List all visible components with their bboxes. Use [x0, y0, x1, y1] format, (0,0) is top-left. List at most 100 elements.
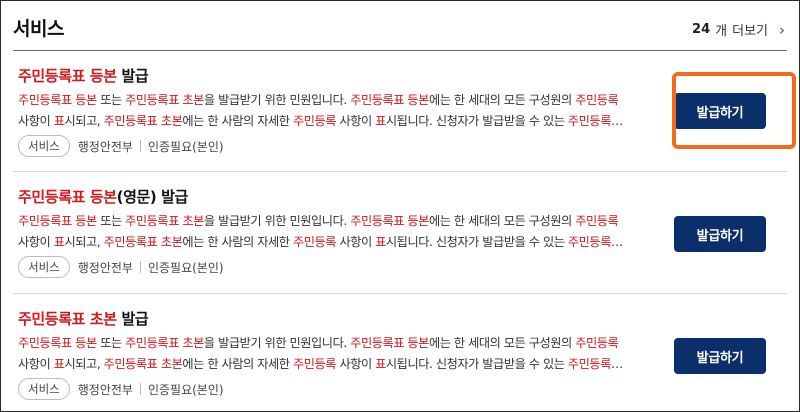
description-text: 사항이 [336, 235, 376, 249]
service-title-rest: 발급 [116, 67, 149, 85]
view-more-link[interactable]: 24 개 더보기 › [692, 20, 785, 40]
service-title-keyword: 주민등록표 등본 [18, 188, 117, 206]
keyword-highlight: 주민등록표 등본 [18, 93, 97, 107]
description-line: 주민등록표 등본 또는 주민등록표 초본을 발급받기 위한 민원입니다. 주민등… [18, 333, 668, 354]
description-text: 사항이 [18, 235, 54, 249]
description-line: 주민등록표 등본 또는 주민등록표 초본을 발급받기 위한 민원입니다. 주민등… [18, 211, 668, 232]
description-text: 에는 한 세대의 모든 구성원의 [428, 336, 576, 350]
description-text: 에는 한 세대의 모든 구성원의 [428, 214, 576, 228]
keyword-highlight: 표 [375, 357, 386, 371]
keyword-highlight: 주민등록 [292, 357, 337, 371]
keyword-highlight: 주민등록표 등본 [350, 336, 429, 350]
divider [139, 383, 141, 395]
keyword-highlight: 주민등록표 초본 [103, 357, 183, 371]
service-title[interactable]: 주민등록표 등본(영문) 발급 [18, 186, 188, 207]
description-text: 에는 한 사람의 자세한 [182, 357, 293, 371]
service-title-keyword: 주민등록표 초본 [18, 310, 117, 328]
keyword-highlight: 표 [53, 357, 65, 371]
description-text: 또는 [96, 214, 126, 228]
description-text: 에는 한 사람의 자세한 [182, 114, 293, 128]
service-item: 주민등록표 등본(영문) 발급 주민등록표 등본 또는 주민등록표 초본을 발급… [13, 172, 787, 294]
agency-name: 행정안전부 [77, 260, 133, 275]
description-text: 사항이 [336, 114, 376, 128]
keyword-highlight: 주민등록 [567, 235, 612, 249]
description-text: 시되고, [64, 235, 104, 249]
issue-button[interactable]: 발급하기 [674, 93, 766, 129]
description-text: 에는 한 세대의 모든 구성원의 [428, 93, 576, 107]
description-text: 또는 [96, 93, 126, 107]
category-tag: 서비스 [18, 135, 70, 157]
description-line: 사항이 표시되고, 주민등록표 초본에는 한 사람의 자세한 주민등록 사항이 … [18, 354, 668, 375]
category-tag: 서비스 [18, 256, 70, 278]
keyword-highlight: 주민등록표 초본 [103, 235, 183, 249]
agency-name: 행정안전부 [77, 382, 133, 397]
keyword-highlight: 주민등록 [292, 235, 337, 249]
description-text: 사항이 [18, 357, 54, 371]
service-title[interactable]: 주민등록표 등본 발급 [18, 65, 149, 86]
service-title-rest: 발급 [116, 310, 149, 328]
auth-requirement: 인증필요(본인) [147, 260, 224, 275]
service-meta: 서비스 행정안전부 인증필요(본인) [18, 135, 224, 157]
description-line: 주민등록표 등본 또는 주민등록표 초본을 발급받기 위한 민원입니다. 주민등… [18, 90, 668, 111]
category-tag: 서비스 [18, 378, 70, 400]
description-text: 사항이 [18, 114, 54, 128]
keyword-highlight: 표 [53, 235, 65, 249]
service-item: 주민등록표 등본 발급 주민등록표 등본 또는 주민등록표 초본을 발급받기 위… [13, 51, 787, 172]
keyword-highlight: 주민등록 [575, 93, 619, 107]
keyword-highlight: 주민등록표 등본 [350, 214, 429, 228]
description-text: 에는 한 사람의 자세한 [182, 235, 293, 249]
chevron-right-icon: › [779, 20, 785, 39]
page-title: 서비스 [13, 18, 64, 40]
keyword-highlight: 주민등록 [575, 214, 619, 228]
result-count: 24 [692, 22, 711, 37]
description-text: 시됩니다. 신청자가 발급받을 수 있는 [385, 235, 568, 249]
description-line: 사항이 표시되고, 주민등록표 초본에는 한 사람의 자세한 주민등록 사항이 … [18, 232, 668, 253]
keyword-highlight: 주민등록표 초본 [125, 93, 204, 107]
view-more-label: 더보기 [732, 24, 768, 39]
keyword-highlight: 주민등록 [567, 357, 612, 371]
service-title-rest: (영문) 발급 [116, 188, 189, 206]
issue-button[interactable]: 발급하기 [674, 216, 766, 252]
keyword-highlight: 주민등록 [292, 114, 337, 128]
panel-header: 서비스 24 개 더보기 › [13, 1, 787, 51]
keyword-highlight: 주민등록표 초본 [103, 114, 183, 128]
service-meta: 서비스 행정안전부 인증필요(본인) [18, 256, 224, 278]
keyword-highlight: 주민등록표 등본 [18, 336, 97, 350]
service-meta: 서비스 행정안전부 인증필요(본인) [18, 378, 224, 400]
description-text: 을 발급받기 위한 민원입니다. [203, 214, 351, 228]
result-count-unit: 개 [715, 24, 728, 39]
issue-button[interactable]: 발급하기 [674, 338, 766, 374]
description-text: 을 발급받기 위한 민원입니다. [203, 93, 351, 107]
description-text: … [610, 357, 623, 371]
service-description: 주민등록표 등본 또는 주민등록표 초본을 발급받기 위한 민원입니다. 주민등… [18, 333, 668, 375]
keyword-highlight: 주민등록 [567, 114, 612, 128]
description-text: 을 발급받기 위한 민원입니다. [203, 336, 351, 350]
divider [139, 261, 141, 273]
divider [139, 140, 141, 152]
description-text: 사항이 [336, 357, 376, 371]
service-description: 주민등록표 등본 또는 주민등록표 초본을 발급받기 위한 민원입니다. 주민등… [18, 211, 668, 253]
keyword-highlight: 주민등록 [575, 336, 619, 350]
agency-name: 행정안전부 [77, 139, 133, 154]
keyword-highlight: 표 [375, 235, 386, 249]
service-description: 주민등록표 등본 또는 주민등록표 초본을 발급받기 위한 민원입니다. 주민등… [18, 90, 668, 132]
services-panel: 서비스 24 개 더보기 › 주민등록표 등본 발급 주민등록표 등본 또는 주… [0, 0, 800, 412]
description-text: 시됩니다. 신청자가 발급받을 수 있는 [385, 357, 568, 371]
description-text: … [610, 114, 623, 128]
keyword-highlight: 주민등록표 초본 [125, 214, 204, 228]
description-text: 시되고, [64, 357, 104, 371]
keyword-highlight: 표 [375, 114, 386, 128]
service-title[interactable]: 주민등록표 초본 발급 [18, 308, 149, 329]
description-text: 시됩니다. 신청자가 발급받을 수 있는 [385, 114, 568, 128]
description-text: … [610, 235, 623, 249]
auth-requirement: 인증필요(본인) [147, 139, 224, 154]
keyword-highlight: 주민등록표 등본 [18, 214, 97, 228]
service-title-keyword: 주민등록표 등본 [18, 67, 117, 85]
keyword-highlight: 주민등록표 초본 [125, 336, 204, 350]
keyword-highlight: 표 [53, 114, 65, 128]
description-text: 또는 [96, 336, 126, 350]
keyword-highlight: 주민등록표 등본 [350, 93, 429, 107]
service-item: 주민등록표 초본 발급 주민등록표 등본 또는 주민등록표 초본을 발급받기 위… [13, 294, 787, 412]
description-line: 사항이 표시되고, 주민등록표 초본에는 한 사람의 자세한 주민등록 사항이 … [18, 111, 668, 132]
description-text: 시되고, [64, 114, 104, 128]
